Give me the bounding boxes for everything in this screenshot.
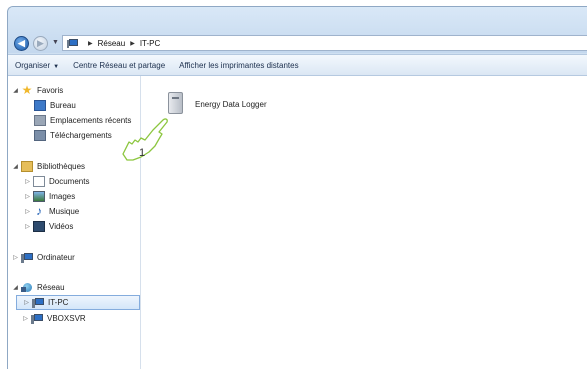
sidebar-item-music[interactable]: ▷ ♪ Musique [24,205,79,218]
expand-icon[interactable]: ▷ [24,223,31,230]
sidebar-item-label: Bibliothèques [37,162,86,171]
computer-icon [32,297,44,308]
remote-printers-button[interactable]: Afficher les imprimantes distantes [172,61,305,70]
network-icon [21,282,33,293]
expand-icon[interactable]: ▷ [23,299,30,306]
command-toolbar: Organiser ▼ Centre Réseau et partage Affi… [8,54,587,76]
address-bar-area: ◀ ▶ ▼ ▶ Réseau ▶ IT-PC [8,7,587,53]
sidebar-item-label: IT-PC [48,298,69,307]
expand-icon[interactable]: ▷ [12,254,19,261]
breadcrumb-it-pc[interactable]: IT-PC [140,39,160,48]
forward-arrow-icon: ▶ [37,38,44,48]
sidebar-item-label: Téléchargements [50,131,112,140]
network-center-button[interactable]: Centre Réseau et partage [66,61,172,70]
back-button[interactable]: ◀ [14,36,29,51]
sidebar-item-label: VBOXSVR [47,314,86,323]
collapse-icon[interactable]: ◢ [12,163,19,170]
videos-icon [33,221,45,232]
expand-icon[interactable]: ▷ [24,178,31,185]
sidebar-item-videos[interactable]: ▷ Vidéos [24,220,73,233]
sidebar-item-network[interactable]: ◢ Réseau [12,281,65,294]
sidebar-item-label: Favoris [37,86,64,95]
sidebar-item-libraries[interactable]: ◢ Bibliothèques [12,160,85,173]
sidebar-item-label: Réseau [37,283,65,292]
desktop-icon [34,100,46,111]
back-arrow-icon: ◀ [18,38,25,48]
sidebar-item-vboxsvr[interactable]: ▷ VBOXSVR [22,312,86,325]
pointing-hand-icon: 1 [122,118,168,161]
breadcrumb-network[interactable]: Réseau [98,39,126,48]
history-dropdown-icon[interactable]: ▼ [52,39,59,46]
content-pane: Energy Data Logger 1 [122,76,587,369]
sidebar-item-bureau[interactable]: Bureau [34,99,76,112]
device-icon[interactable] [168,92,183,114]
organize-label: Organiser [15,60,51,70]
sidebar-item-downloads[interactable]: Téléchargements [34,129,112,142]
expand-icon[interactable]: ▷ [22,315,29,322]
music-icon: ♪ [36,204,42,218]
recent-places-icon [34,115,46,126]
breadcrumb-separator-icon: ▶ [130,40,135,47]
sidebar-item-label: Documents [49,177,90,186]
library-icon [21,161,33,172]
sidebar-item-it-pc[interactable]: ▷ IT-PC [16,295,140,310]
organize-button[interactable]: Organiser ▼ [8,61,66,70]
images-icon [33,191,45,202]
expand-icon[interactable]: ▷ [24,193,31,200]
network-computer-icon [67,38,79,48]
sidebar-item-images[interactable]: ▷ Images [24,190,75,203]
sidebar-item-label: Images [49,192,76,201]
sidebar-item-label: Bureau [50,101,76,110]
star-icon: ★ [21,83,33,97]
forward-button[interactable]: ▶ [33,36,48,51]
downloads-icon [34,130,46,141]
sidebar-item-documents[interactable]: ▷ Documents [24,175,89,188]
collapse-icon[interactable]: ◢ [12,284,19,291]
device-label[interactable]: Energy Data Logger [195,100,267,109]
sidebar-item-favorites[interactable]: ◢ ★ Favoris [12,84,63,97]
sidebar-item-label: Musique [49,207,80,216]
chevron-down-icon: ▼ [53,63,60,70]
expand-icon[interactable]: ▷ [24,208,31,215]
sidebar-item-label: Ordinateur [37,253,75,262]
address-field[interactable]: ▶ Réseau ▶ IT-PC [62,35,587,51]
collapse-icon[interactable]: ◢ [12,87,19,94]
explorer-window: ◀ ▶ ▼ ▶ Réseau ▶ IT-PC Organiser ▼ Centre… [7,6,587,369]
breadcrumb-separator-icon: ▶ [88,40,93,47]
sidebar-item-computer[interactable]: ▷ Ordinateur [12,251,75,264]
computer-icon [31,313,43,324]
step-number: 1 [139,147,145,159]
documents-icon [33,176,45,187]
computer-icon [21,252,33,263]
sidebar-item-label: Vidéos [49,222,74,231]
